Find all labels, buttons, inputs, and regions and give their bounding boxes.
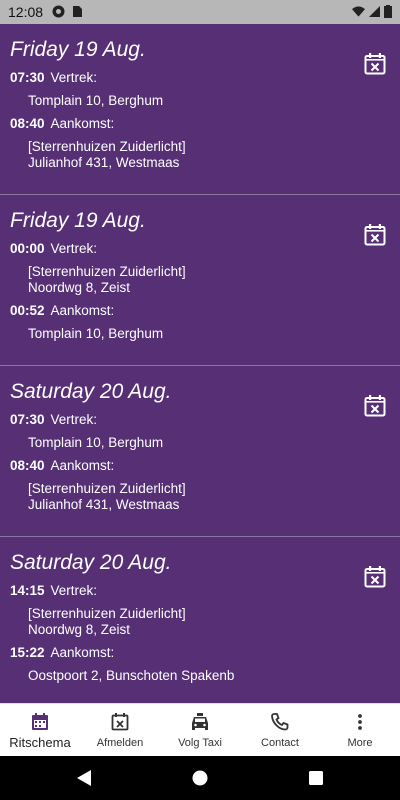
nav-ritschema[interactable]: Ritschema: [0, 704, 80, 757]
arrival-label: Aankomst:: [50, 303, 115, 318]
departure-label: Vertrek:: [50, 241, 98, 256]
trip-list[interactable]: Friday 19 Aug. 07:30 Vertrek: Tomplain 10, …: [0, 24, 400, 703]
trip-date: Saturday 20 Aug.: [10, 380, 172, 403]
arrival-address-line: [Sterrenhuizen Zuiderlicht]: [28, 481, 186, 496]
departure-label: Vertrek:: [50, 412, 98, 427]
android-navigation-bar: [0, 756, 400, 800]
arrival-label: Aankomst:: [50, 116, 115, 131]
trip-card[interactable]: Friday 19 Aug. 00:00 Vertrek: [Sterrenhuize…: [0, 195, 400, 366]
arrival-time: 08:40: [10, 458, 45, 473]
departure-label: Vertrek:: [50, 70, 98, 85]
departure-address-line: Noordwg 8, Zeist: [28, 280, 131, 295]
trip-card[interactable]: Saturday 20 Aug. 14:15 Vertrek: [Sterrenhui…: [0, 537, 400, 703]
departure-address-line: [Sterrenhuizen Zuiderlicht]: [28, 264, 186, 279]
nav-label-volg-taxi: Volg Taxi: [178, 737, 222, 749]
arrival-label: Aankomst:: [50, 645, 115, 660]
trip-date: Friday 19 Aug.: [10, 38, 146, 61]
status-bar: 12:08: [0, 0, 400, 24]
arrival-address-line: Tomplain 10, Berghum: [28, 326, 164, 341]
signal-icon: [369, 6, 380, 17]
more-vertical-icon: [358, 714, 362, 730]
battery-icon: [384, 5, 392, 18]
arrival-time: 00:52: [10, 303, 45, 318]
nav-contact[interactable]: Contact: [240, 704, 320, 757]
trip-date: Saturday 20 Aug.: [10, 551, 172, 574]
calendar-icon: [32, 713, 48, 730]
taxi-icon: [192, 713, 208, 730]
departure-row: 00:00 Vertrek:: [10, 241, 97, 256]
bottom-navigation: Ritschema Afmelden Volg Taxi Contact Mor…: [0, 703, 400, 757]
phone-icon: [271, 713, 289, 731]
wifi-icon: [352, 6, 365, 17]
arrival-address-line: Oostpoort 2, Bunschoten Spakenb: [28, 668, 235, 683]
departure-address-line: Tomplain 10, Berghum: [28, 435, 164, 450]
nav-label-more: More: [347, 737, 373, 749]
sd-card-icon: [73, 6, 82, 17]
arrival-row: 15:22 Aankomst:: [10, 645, 114, 660]
arrival-time: 08:40: [10, 116, 45, 131]
calendar-cancel-icon[interactable]: [363, 394, 387, 418]
trip-card[interactable]: Saturday 20 Aug. 07:30 Vertrek: Tomplain 10…: [0, 366, 400, 537]
back-icon[interactable]: [75, 769, 93, 787]
arrival-address-line: Julianhof 431, Westmaas: [28, 497, 180, 512]
nav-volg-taxi[interactable]: Volg Taxi: [160, 704, 240, 757]
departure-row: 07:30 Vertrek:: [10, 70, 97, 85]
departure-time: 14:15: [10, 583, 45, 598]
home-icon[interactable]: [191, 769, 209, 787]
departure-address-line: [Sterrenhuizen Zuiderlicht]: [28, 606, 186, 621]
trip-card[interactable]: Friday 19 Aug. 07:30 Vertrek: Tomplain 10, …: [0, 24, 400, 195]
arrival-label: Aankomst:: [50, 458, 115, 473]
calendar-cancel-icon[interactable]: [363, 565, 387, 589]
app-notification-icon: [52, 5, 65, 18]
departure-row: 14:15 Vertrek:: [10, 583, 97, 598]
departure-time: 07:30: [10, 412, 45, 427]
calendar-cancel-icon: [111, 713, 129, 731]
departure-row: 07:30 Vertrek:: [10, 412, 97, 427]
nav-more[interactable]: More: [320, 704, 400, 757]
nav-label-contact: Contact: [261, 737, 299, 749]
departure-label: Vertrek:: [50, 583, 98, 598]
nav-afmelden[interactable]: Afmelden: [80, 704, 160, 757]
arrival-address-line: [Sterrenhuizen Zuiderlicht]: [28, 139, 186, 154]
departure-time: 07:30: [10, 70, 45, 85]
arrival-address-line: Julianhof 431, Westmaas: [28, 155, 180, 170]
calendar-cancel-icon[interactable]: [363, 223, 387, 247]
nav-label-afmelden: Afmelden: [96, 737, 144, 749]
departure-time: 00:00: [10, 241, 45, 256]
departure-address-line: Noordwg 8, Zeist: [28, 622, 131, 637]
recents-icon[interactable]: [307, 769, 325, 787]
departure-address-line: Tomplain 10, Berghum: [28, 93, 164, 108]
status-time: 12:08: [8, 4, 44, 20]
arrival-row: 00:52 Aankomst:: [10, 303, 114, 318]
arrival-row: 08:40 Aankomst:: [10, 458, 114, 473]
arrival-time: 15:22: [10, 645, 45, 660]
calendar-cancel-icon[interactable]: [363, 52, 387, 76]
nav-label-ritschema: Ritschema: [9, 735, 71, 750]
arrival-row: 08:40 Aankomst:: [10, 116, 114, 131]
trip-date: Friday 19 Aug.: [10, 209, 146, 232]
